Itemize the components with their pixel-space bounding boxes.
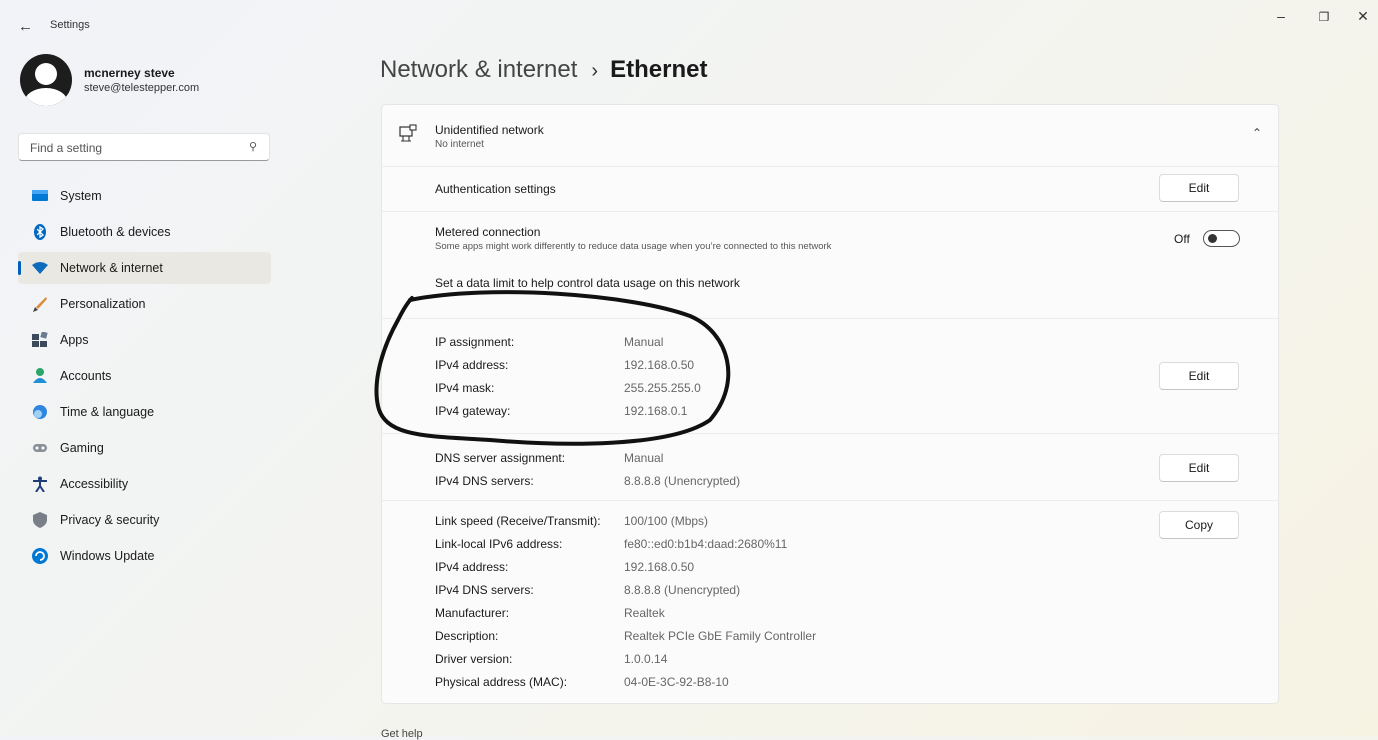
network-name: Unidentified network [435, 123, 544, 137]
sidebar-item-label: Windows Update [60, 549, 155, 563]
metered-toggle[interactable] [1203, 230, 1240, 247]
prop-label: Link-local IPv6 address: [435, 537, 563, 551]
wifi-icon [32, 260, 48, 276]
sidebar-item-bluetooth[interactable]: Bluetooth & devices [18, 216, 271, 248]
sidebar-item-gaming[interactable]: Gaming [18, 432, 271, 464]
auth-edit-button[interactable]: Edit [1159, 174, 1239, 202]
prop-value: 8.8.8.8 (Unencrypted) [624, 583, 741, 597]
sidebar-item-label: Gaming [60, 441, 104, 455]
sidebar-item-system[interactable]: System [18, 180, 271, 212]
sidebar-item-label: Accessibility [60, 477, 129, 491]
sidebar-item-label: Privacy & security [60, 513, 160, 527]
prop-label: Link speed (Receive/Transmit): [435, 514, 601, 528]
prop-label: IPv4 DNS servers: [435, 583, 534, 597]
metered-desc: Some apps might work differently to redu… [435, 241, 832, 252]
app-title: Settings [50, 19, 90, 31]
bluetooth-icon [32, 224, 48, 240]
ip-edit-button[interactable]: Edit [1159, 362, 1239, 390]
sidebar-item-label: Bluetooth & devices [60, 225, 171, 239]
minimize-button[interactable]: – [1266, 8, 1296, 24]
breadcrumb-separator: › [591, 60, 599, 82]
prop-value: 192.168.0.50 [624, 560, 695, 574]
breadcrumb-parent[interactable]: Network & internet [380, 56, 577, 83]
accounts-icon [32, 368, 48, 384]
prop-label: Description: [435, 629, 499, 643]
sidebar-item-personalization[interactable]: Personalization [18, 288, 271, 320]
active-indicator [18, 261, 21, 275]
sidebar-item-network[interactable]: Network & internet [18, 252, 271, 284]
prop-label: Driver version: [435, 652, 513, 666]
prop-value: Realtek PCIe GbE Family Controller [624, 629, 817, 643]
prop-value: 100/100 (Mbps) [624, 514, 709, 528]
prop-value: fe80::ed0:b1b4:daad:2680%11 [624, 537, 788, 551]
sidebar-item-apps[interactable]: Apps [18, 324, 271, 356]
sidebar-item-accounts[interactable]: Accounts [18, 360, 271, 392]
sidebar-item-label: Personalization [60, 297, 146, 311]
sidebar-item-accessibility[interactable]: Accessibility [18, 468, 271, 500]
prop-value: Realtek [624, 606, 665, 620]
dns-value: 8.8.8.8 (Unencrypted) [624, 474, 741, 488]
sidebar-nav: System Bluetooth & devices Network & int… [18, 180, 271, 576]
divider [382, 166, 1278, 167]
shield-icon [32, 512, 48, 528]
collapse-chevron-icon[interactable]: ⌃ [1252, 126, 1262, 140]
sidebar-item-label: System [60, 189, 102, 203]
restore-button[interactable]: ❐ [1309, 10, 1339, 24]
sidebar-item-windows-update[interactable]: Windows Update [18, 540, 271, 572]
dns-edit-button[interactable]: Edit [1159, 454, 1239, 482]
copy-button[interactable]: Copy [1159, 511, 1239, 539]
user-name: mcnerney steve [84, 66, 175, 80]
globe-clock-icon [32, 404, 48, 420]
prop-value: 1.0.0.14 [624, 652, 668, 666]
toggle-knob [1208, 234, 1217, 243]
user-email: steve@telestepper.com [84, 82, 200, 94]
sidebar-item-label: Network & internet [60, 261, 163, 275]
page-title: Ethernet [610, 56, 708, 83]
prop-label: Manufacturer: [435, 606, 510, 620]
system-icon [32, 188, 48, 204]
sidebar-item-label: Time & language [60, 405, 155, 419]
ethernet-icon [399, 124, 417, 149]
dns-label: IPv4 DNS servers: [435, 474, 534, 488]
get-help-link[interactable]: Get help [381, 728, 423, 740]
breadcrumb: Network & internet › Ethernet [380, 56, 707, 84]
prop-label: IPv4 address: [435, 560, 509, 574]
brush-icon [32, 296, 48, 312]
search-icon: ⚲ [248, 141, 257, 153]
metered-state: Off [1174, 232, 1190, 246]
search-input[interactable]: Find a setting ⚲ [18, 133, 270, 161]
search-placeholder: Find a setting [30, 141, 103, 155]
accessibility-icon [32, 476, 48, 493]
hand-drawn-circle-annotation [374, 290, 731, 446]
prop-label: Physical address (MAC): [435, 675, 568, 689]
metered-title: Metered connection [435, 225, 541, 239]
sidebar-item-label: Apps [60, 333, 89, 347]
network-status: No internet [435, 139, 484, 150]
avatar[interactable] [20, 54, 72, 106]
close-button[interactable]: ✕ [1348, 8, 1378, 25]
divider [382, 211, 1278, 212]
divider [382, 500, 1278, 501]
sidebar-item-time-language[interactable]: Time & language [18, 396, 271, 428]
gamepad-icon [32, 440, 48, 456]
prop-value: 04-0E-3C-92-B8-10 [624, 675, 729, 689]
apps-icon [32, 331, 48, 348]
update-icon [32, 548, 48, 564]
auth-settings-label: Authentication settings [435, 182, 556, 196]
sidebar-item-label: Accounts [60, 369, 112, 383]
back-button[interactable]: ← [18, 18, 33, 35]
sidebar-item-privacy-security[interactable]: Privacy & security [18, 504, 271, 536]
